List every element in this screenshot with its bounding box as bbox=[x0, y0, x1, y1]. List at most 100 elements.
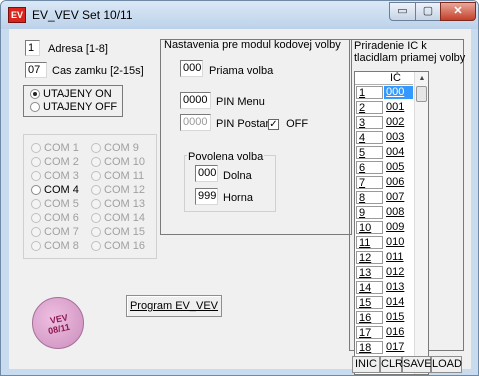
row-number: 14 bbox=[356, 281, 383, 294]
save-button[interactable]: SAVE bbox=[402, 356, 432, 373]
ic-list-row[interactable]: 10 009 bbox=[355, 221, 413, 234]
module-settings-title: Nastavenia pre modul kodovej volby bbox=[164, 39, 341, 51]
row-number: 7 bbox=[356, 176, 383, 189]
program-ev-vev-button[interactable]: Program EV_VEV bbox=[126, 295, 222, 317]
row-ic-value[interactable]: 014 bbox=[384, 296, 413, 309]
inic-button[interactable]: INIC bbox=[352, 356, 380, 373]
com-5-radio bbox=[31, 199, 41, 209]
ic-list-row[interactable]: 7 006 bbox=[355, 176, 413, 189]
ic-list-row[interactable]: 1 000 bbox=[355, 86, 413, 99]
row-ic-value[interactable]: 004 bbox=[384, 146, 413, 159]
com-4-option[interactable]: COM 4 bbox=[31, 184, 79, 196]
com-16-label: COM 16 bbox=[104, 240, 145, 252]
com-4-radio[interactable] bbox=[31, 185, 41, 195]
pin-menu-input[interactable]: 0000 bbox=[180, 92, 211, 109]
row-ic-value[interactable]: 008 bbox=[384, 206, 413, 219]
row-number: 5 bbox=[356, 146, 383, 159]
com-3-radio bbox=[31, 171, 41, 181]
ic-list-row[interactable]: 2 001 bbox=[355, 101, 413, 114]
com-16-option: COM 16 bbox=[91, 240, 145, 252]
com-6-label: COM 6 bbox=[44, 212, 79, 224]
load-button[interactable]: LOAD bbox=[431, 356, 462, 373]
clr-button[interactable]: CLR bbox=[380, 356, 403, 373]
title-bar[interactable]: EV EV_VEV Set 10/11 ▭ ▢ ✕ bbox=[1, 1, 478, 29]
com-14-option: COM 14 bbox=[91, 212, 145, 224]
row-number: 13 bbox=[356, 266, 383, 279]
scroll-up-icon[interactable]: ▲ bbox=[415, 72, 428, 86]
row-number: 11 bbox=[356, 236, 383, 249]
ic-list-row[interactable]: 18 017 bbox=[355, 341, 413, 354]
row-ic-value[interactable]: 000 bbox=[384, 86, 413, 99]
com-10-radio bbox=[91, 157, 101, 167]
ic-list-row[interactable]: 9 008 bbox=[355, 206, 413, 219]
dolna-input[interactable]: 000 bbox=[195, 165, 218, 182]
com-8-label: COM 8 bbox=[44, 240, 79, 252]
row-ic-value[interactable]: 007 bbox=[384, 191, 413, 204]
ic-list-row[interactable]: 5 004 bbox=[355, 146, 413, 159]
priradenie-title-line2: tlacidlam priamej volby bbox=[354, 52, 466, 64]
com-2-radio bbox=[31, 157, 41, 167]
row-ic-value[interactable]: 002 bbox=[384, 116, 413, 129]
com-12-label: COM 12 bbox=[104, 184, 145, 196]
ic-list-row[interactable]: 8 007 bbox=[355, 191, 413, 204]
utajeny-on-radio[interactable] bbox=[30, 89, 40, 99]
row-number: 8 bbox=[356, 191, 383, 204]
ic-assignment-list[interactable]: IČ 1 000 2 001 3 002 4 003 5 004 6 005 7 006 8 007 9 008 1… bbox=[354, 71, 429, 375]
com-11-label: COM 11 bbox=[104, 170, 145, 182]
ic-list-row[interactable]: 16 015 bbox=[355, 311, 413, 324]
pin-postara-off-checkbox[interactable]: ✓ bbox=[268, 119, 279, 130]
row-ic-value[interactable]: 012 bbox=[384, 266, 413, 279]
com-1-label: COM 1 bbox=[44, 142, 79, 154]
com-9-option: COM 9 bbox=[91, 142, 139, 154]
row-number: 17 bbox=[356, 326, 383, 339]
app-icon[interactable]: EV bbox=[8, 7, 26, 23]
row-ic-value[interactable]: 016 bbox=[384, 326, 413, 339]
row-ic-value[interactable]: 006 bbox=[384, 176, 413, 189]
row-ic-value[interactable]: 010 bbox=[384, 236, 413, 249]
ic-list-row[interactable]: 15 014 bbox=[355, 296, 413, 309]
adresa-input[interactable]: 1 bbox=[25, 40, 40, 56]
com-7-option: COM 7 bbox=[31, 226, 79, 238]
horna-input[interactable]: 999 bbox=[195, 188, 218, 205]
maximize-button[interactable]: ▢ bbox=[415, 2, 441, 21]
com-16-radio bbox=[91, 241, 101, 251]
ic-list-row[interactable]: 11 010 bbox=[355, 236, 413, 249]
row-number: 2 bbox=[356, 101, 383, 114]
utajeny-on-option[interactable]: UTAJENY ON bbox=[30, 88, 112, 100]
com-8-option: COM 8 bbox=[31, 240, 79, 252]
row-ic-value[interactable]: 009 bbox=[384, 221, 413, 234]
com-5-option: COM 5 bbox=[31, 198, 79, 210]
pin-postara-input[interactable]: 0000 bbox=[180, 114, 211, 131]
ic-list-row[interactable]: 12 011 bbox=[355, 251, 413, 264]
ic-list-row[interactable]: 13 012 bbox=[355, 266, 413, 279]
cas-zamku-input[interactable]: 07 bbox=[25, 62, 47, 78]
ic-list-row[interactable]: 14 013 bbox=[355, 281, 413, 294]
close-button[interactable]: ✕ bbox=[440, 2, 476, 21]
com-3-option: COM 3 bbox=[31, 170, 79, 182]
ic-list-row[interactable]: 3 002 bbox=[355, 116, 413, 129]
ic-list-row[interactable]: 4 003 bbox=[355, 131, 413, 144]
row-ic-value[interactable]: 013 bbox=[384, 281, 413, 294]
row-ic-value[interactable]: 003 bbox=[384, 131, 413, 144]
row-ic-value[interactable]: 011 bbox=[384, 251, 413, 264]
ic-list-row[interactable]: 17 016 bbox=[355, 326, 413, 339]
row-ic-value[interactable]: 001 bbox=[384, 101, 413, 114]
com-13-option: COM 13 bbox=[91, 198, 145, 210]
com-15-option: COM 15 bbox=[91, 226, 145, 238]
pin-postara-off-option[interactable]: ✓ OFF bbox=[268, 118, 308, 130]
com-14-label: COM 14 bbox=[104, 212, 145, 224]
com-15-radio bbox=[91, 227, 101, 237]
scroll-thumb[interactable] bbox=[416, 86, 427, 102]
ic-list-scrollbar[interactable]: ▲ ▼ bbox=[414, 72, 428, 374]
utajeny-off-radio[interactable] bbox=[30, 102, 40, 112]
row-ic-value[interactable]: 005 bbox=[384, 161, 413, 174]
ic-list-row[interactable]: 6 005 bbox=[355, 161, 413, 174]
row-number: 10 bbox=[356, 221, 383, 234]
ic-list-header: IČ bbox=[355, 72, 413, 85]
row-ic-value[interactable]: 017 bbox=[384, 341, 413, 354]
utajeny-off-option[interactable]: UTAJENY OFF bbox=[30, 101, 117, 113]
row-ic-value[interactable]: 015 bbox=[384, 311, 413, 324]
priama-volba-input[interactable]: 000 bbox=[180, 60, 203, 77]
minimize-button[interactable]: ▭ bbox=[389, 2, 416, 21]
horna-label: Horna bbox=[223, 192, 253, 204]
